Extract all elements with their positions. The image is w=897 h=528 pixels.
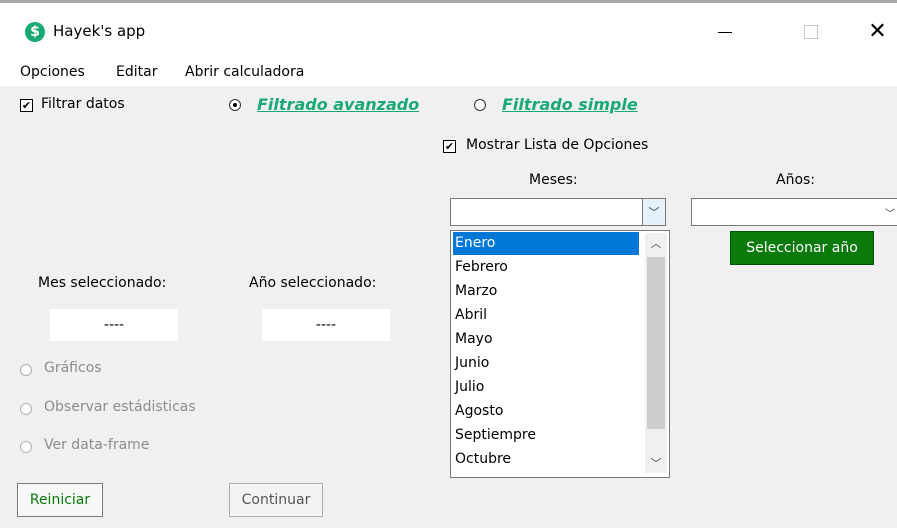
list-item[interactable]: Octubre [453,448,639,471]
radio-dot [233,103,237,107]
reiniciar-button[interactable]: Reiniciar [17,483,103,517]
close-button[interactable]: ✕ [858,14,897,50]
anio-seleccionado-value: ---- [262,309,390,341]
list-item[interactable]: Enero [453,232,639,255]
minimize-button[interactable] [702,14,748,50]
ver-data-frame-radio[interactable] [20,441,32,453]
minimize-icon [718,31,732,33]
filtrar-datos-label: Filtrar datos [41,96,125,112]
top-border [0,0,897,3]
maximize-icon [804,25,818,39]
meses-combobox[interactable]: ﹀ [450,198,666,226]
mostrar-lista-checkbox[interactable]: ✔ [443,140,456,153]
meses-dropdown-button[interactable]: ﹀ [642,199,665,225]
continuar-button[interactable]: Continuar [229,483,323,517]
filtrado-simple-label[interactable]: Filtrado simple [502,95,638,114]
filtrado-avanzado-label[interactable]: Filtrado avanzado [257,95,419,114]
filtrado-simple-radio[interactable] [474,99,486,111]
menu-opciones[interactable]: Opciones [20,64,85,80]
chevron-up-icon[interactable]: ︿ [645,233,667,253]
scrollbar-thumb[interactable] [647,257,665,429]
dollar-icon: $ [25,22,45,42]
listbox-scrollbar[interactable]: ︿ ﹀ [645,233,667,473]
list-item[interactable]: Julio [453,376,639,399]
maximize-button[interactable] [788,14,834,50]
list-item[interactable]: Mayo [453,328,639,351]
list-item[interactable]: Junio [453,352,639,375]
list-item[interactable]: Febrero [453,256,639,279]
seleccionar-anio-button[interactable]: Seleccionar año [730,231,874,265]
observar-estadisticas-radio[interactable] [20,403,32,415]
anios-label: Años: [776,172,816,188]
filtrar-datos-checkbox[interactable]: ✔ [20,99,33,112]
mes-seleccionado-label: Mes seleccionado: [38,275,167,291]
chevron-down-icon: ﹀ [648,206,660,219]
list-item[interactable]: Septiempre [453,424,639,447]
chevron-down-icon: ﹀ [885,209,895,220]
ver-data-frame-label: Ver data-frame [44,437,150,453]
list-item[interactable]: Abril [453,304,639,327]
menu-abrir-calculadora[interactable]: Abrir calculadora [185,64,304,80]
graficos-radio[interactable] [20,364,32,376]
observar-estadisticas-label: Observar estádisticas [44,399,196,415]
list-item[interactable]: Marzo [453,280,639,303]
close-icon: ✕ [868,19,887,44]
menu-editar[interactable]: Editar [116,64,157,80]
mes-seleccionado-value: ---- [50,309,178,341]
list-item[interactable]: Agosto [453,400,639,423]
chevron-down-icon[interactable]: ﹀ [645,453,667,473]
filtrado-avanzado-radio[interactable] [229,99,241,111]
graficos-label: Gráficos [44,360,102,376]
meses-listbox[interactable]: Enero Febrero Marzo Abril Mayo Junio Jul… [450,230,670,478]
window-title: Hayek's app [53,22,146,40]
anio-seleccionado-label: Año seleccionado: [249,275,377,291]
anios-combobox[interactable]: ﹀ [691,198,897,226]
mostrar-lista-label: Mostrar Lista de Opciones [466,137,649,153]
meses-label: Meses: [529,172,578,188]
